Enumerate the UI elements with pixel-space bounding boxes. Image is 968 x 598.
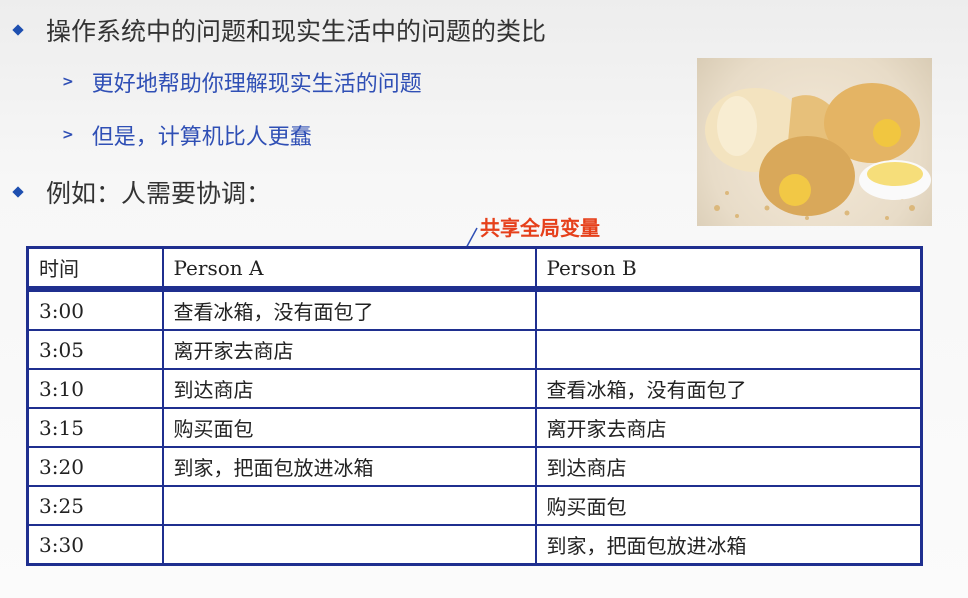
table-header-row: 时间 Person A Person B — [26, 246, 923, 290]
header-person-a: Person A — [161, 246, 537, 290]
sub-bullet-text: 更好地帮助你理解现实生活的问题 — [91, 72, 422, 97]
sub-bullet-text: 但是，计算机比人更蠢 — [91, 125, 312, 150]
arrow-bullet-icon: > — [62, 127, 74, 143]
person-a-cell: 到达商店 — [161, 368, 537, 409]
header-person-b: Person B — [534, 246, 923, 290]
table-row: 3:25 购买面包 — [26, 485, 923, 526]
person-a-cell — [161, 524, 537, 566]
bullet-text: 例如：人需要协调： — [46, 179, 272, 208]
table-row: 3:15 购买面包 离开家去商店 — [26, 407, 923, 448]
bullet-main-1: 操作系统中的问题和现实生活中的问题的类比 — [10, 12, 546, 48]
person-a-cell: 查看冰箱，没有面包了 — [161, 288, 537, 331]
sub-bullet-2: > 但是，计算机比人更蠢 — [62, 119, 312, 151]
table-row: 3:00 查看冰箱，没有面包了 — [26, 288, 923, 331]
person-b-cell: 到达商店 — [534, 446, 923, 487]
time-cell: 3:30 — [26, 524, 164, 566]
arrow-bullet-icon: > — [62, 74, 74, 90]
table-row: 3:30 到家，把面包放进冰箱 — [26, 524, 923, 566]
diamond-bullet-icon — [12, 186, 24, 198]
time-cell: 3:00 — [26, 288, 164, 331]
bullet-main-2: 例如：人需要协调： — [10, 174, 271, 210]
bread-photo — [697, 58, 932, 226]
bread-photo-illustration — [705, 83, 931, 220]
person-a-cell: 购买面包 — [161, 407, 537, 448]
annotation-label: 共享全局变量 — [480, 216, 600, 240]
time-cell: 3:10 — [26, 368, 164, 409]
table-row: 3:05 离开家去商店 — [26, 329, 923, 370]
time-cell: 3:05 — [26, 329, 164, 370]
person-a-cell: 离开家去商店 — [161, 329, 537, 370]
person-b-cell: 查看冰箱，没有面包了 — [534, 368, 923, 409]
table-row: 3:10 到达商店 查看冰箱，没有面包了 — [26, 368, 923, 409]
person-b-cell: 到家，把面包放进冰箱 — [534, 524, 923, 566]
diamond-bullet-icon — [12, 24, 24, 36]
table-row: 3:20 到家，把面包放进冰箱 到达商店 — [26, 446, 923, 487]
time-cell: 3:15 — [26, 407, 164, 448]
person-b-cell: 购买面包 — [534, 485, 923, 526]
sub-bullet-1: > 更好地帮助你理解现实生活的问题 — [62, 66, 422, 98]
bullet-text: 操作系统中的问题和现实生活中的问题的类比 — [46, 17, 547, 46]
person-b-cell — [534, 288, 923, 331]
header-time: 时间 — [26, 246, 164, 290]
person-b-cell — [534, 329, 923, 370]
time-cell: 3:20 — [26, 446, 164, 487]
person-a-cell: 到家，把面包放进冰箱 — [161, 446, 537, 487]
person-b-cell: 离开家去商店 — [534, 407, 923, 448]
schedule-table: 时间 Person A Person B 3:00 查看冰箱，没有面包了 3:0… — [26, 246, 923, 566]
person-a-cell — [161, 485, 537, 526]
time-cell: 3:25 — [26, 485, 164, 526]
